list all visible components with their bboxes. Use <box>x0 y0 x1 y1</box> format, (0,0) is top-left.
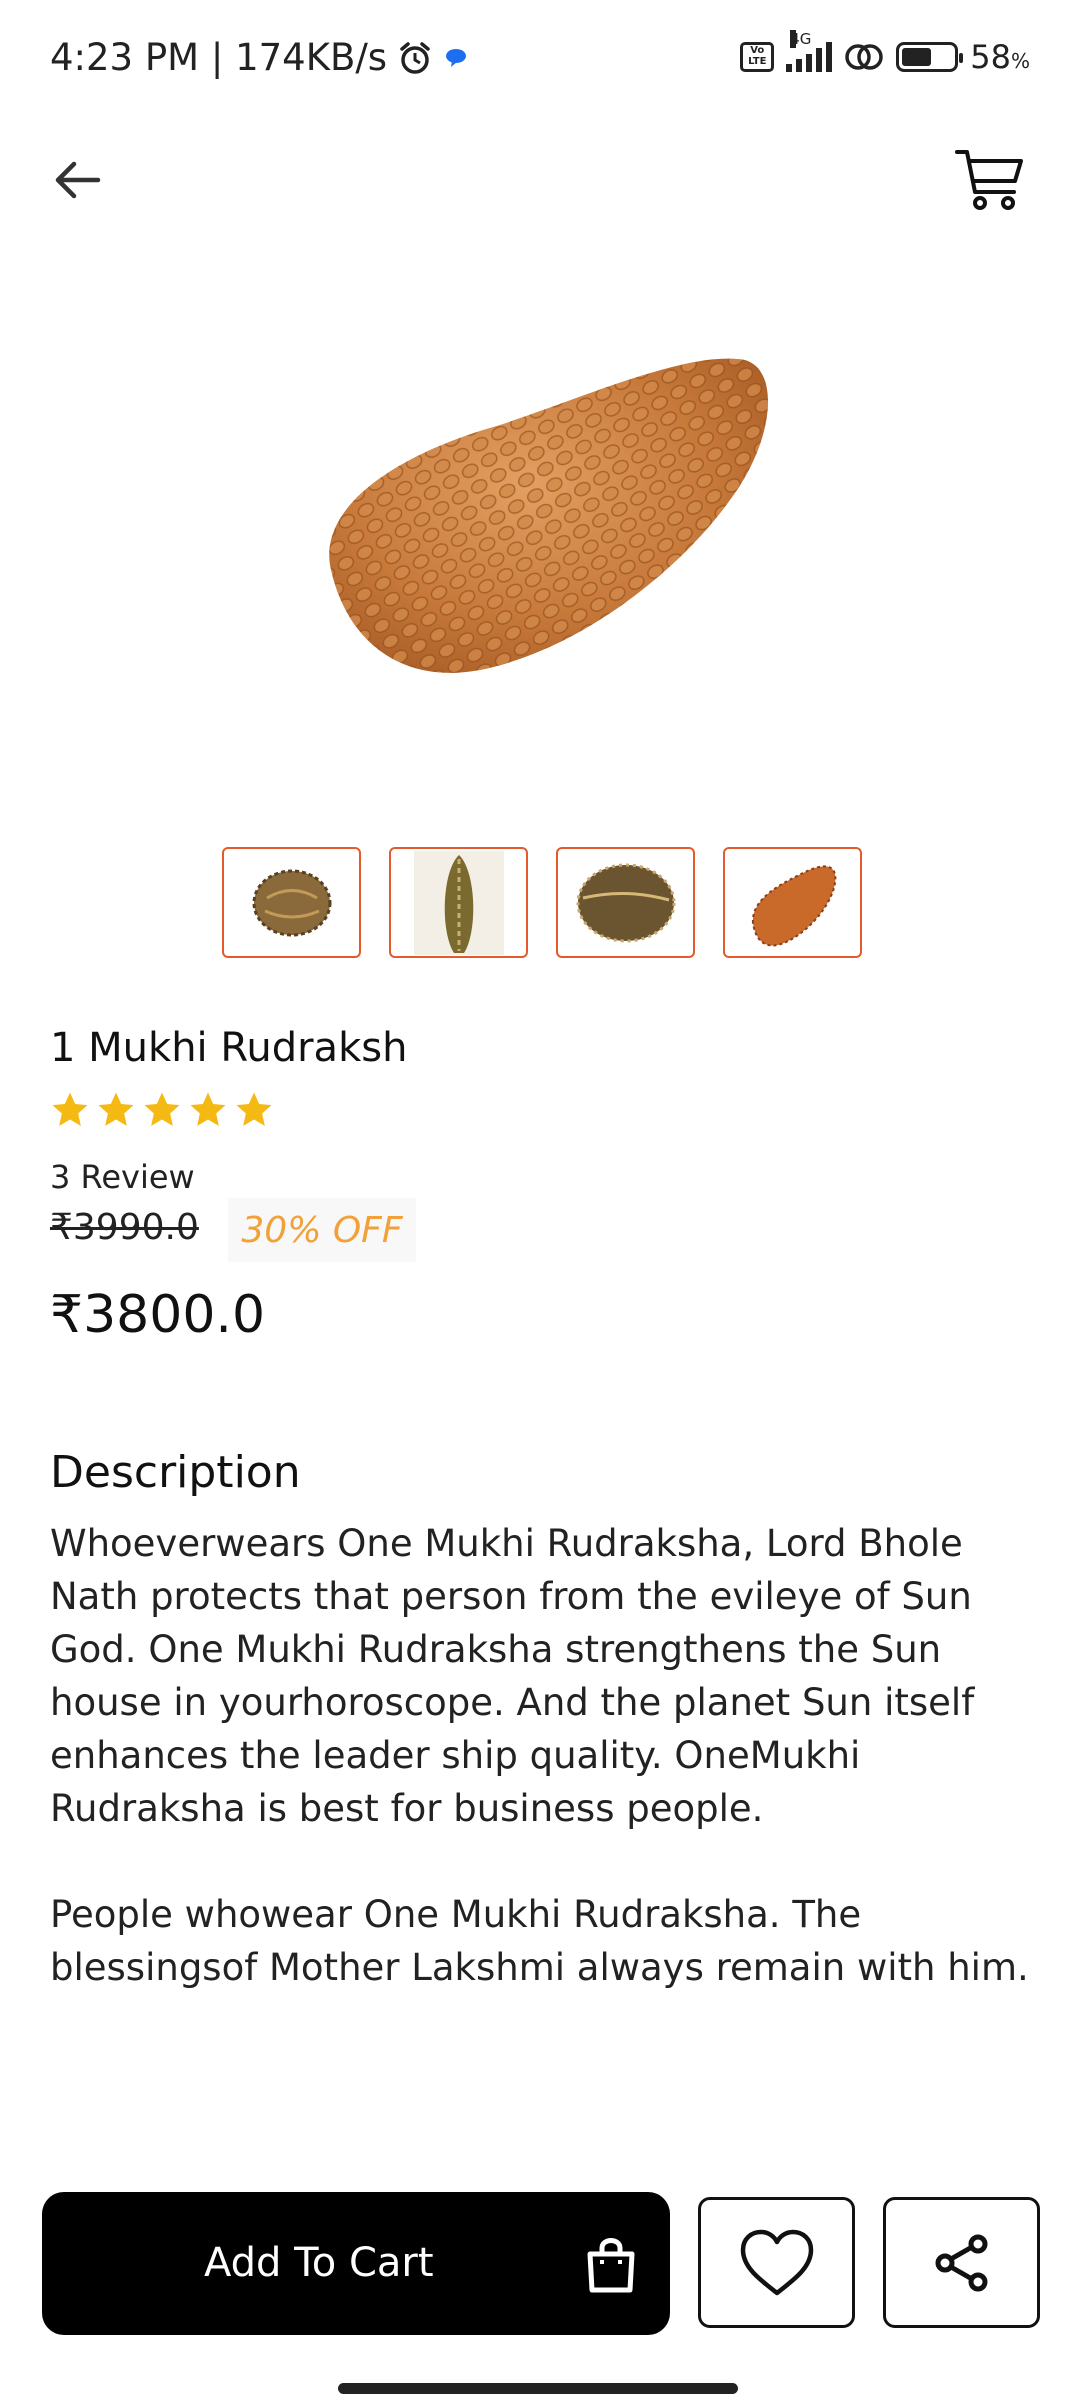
status-time-speed: 4:23 PM | 174KB/s <box>50 36 388 79</box>
status-right: Vo LTE 4G 58% <box>740 30 1030 76</box>
star-icon <box>236 1092 272 1126</box>
battery-icon <box>896 42 964 72</box>
thumbnail-2[interactable] <box>389 847 528 958</box>
status-bar: 4:23 PM | 174KB/s Vo LTE 4G 58% <box>0 0 1080 120</box>
description-heading: Description <box>50 1447 301 1498</box>
star-icon <box>144 1092 180 1126</box>
description-body: Whoeverwears One Mukhi Rudraksha, Lord B… <box>50 1517 1040 1994</box>
back-button[interactable] <box>42 145 112 215</box>
cart-button[interactable] <box>950 140 1030 220</box>
thumbnail-strip <box>222 847 862 958</box>
discount-badge: 30% OFF <box>228 1198 416 1262</box>
alarm-icon <box>400 41 430 74</box>
thumbnail-image <box>751 864 836 947</box>
rating-stars <box>50 1090 274 1130</box>
review-count[interactable]: 3 Review <box>50 1158 195 1196</box>
heart-icon <box>740 2229 813 2295</box>
network-type: 4G <box>790 30 812 48</box>
product-title: 1 Mukhi Rudraksh <box>50 1025 408 1071</box>
volte-icon: Vo LTE <box>740 42 775 72</box>
star-icon <box>190 1092 226 1126</box>
description-paragraph: People whowear One Mukhi Rudraksha. The … <box>50 1893 1029 1989</box>
thumbnail-image <box>576 863 675 942</box>
description-paragraph: Whoeverwears One Mukhi Rudraksha, Lord B… <box>50 1522 975 1830</box>
home-indicator[interactable] <box>338 2383 738 2394</box>
thumbnail-3[interactable] <box>556 847 695 958</box>
status-left: 4:23 PM | 174KB/s <box>50 36 469 79</box>
add-to-cart-label: Add To Cart <box>204 2240 434 2286</box>
add-to-cart-button[interactable]: Add To Cart <box>42 2192 670 2335</box>
chat-bubble-icon <box>446 48 467 67</box>
current-price: ₹3800.0 <box>50 1285 266 1345</box>
original-price: ₹3990.0 <box>50 1207 199 1248</box>
battery-level: 58% <box>970 38 1030 76</box>
thumbnail-image <box>252 869 331 936</box>
hotspot-icon <box>845 44 884 70</box>
wishlist-button[interactable] <box>698 2197 855 2328</box>
share-icon <box>935 2234 987 2291</box>
signal-icon: 4G <box>786 30 833 72</box>
product-main-image[interactable] <box>300 330 800 730</box>
star-icon <box>52 1092 88 1126</box>
thumbnail-1[interactable] <box>222 847 361 958</box>
thumbnail-4[interactable] <box>723 847 862 958</box>
shopping-cart-icon <box>955 150 1023 210</box>
share-button[interactable] <box>883 2197 1040 2328</box>
star-icon <box>98 1092 134 1126</box>
arrow-left-icon <box>55 161 101 199</box>
thumbnail-image <box>413 850 504 955</box>
shopping-bag-icon <box>587 2238 635 2293</box>
